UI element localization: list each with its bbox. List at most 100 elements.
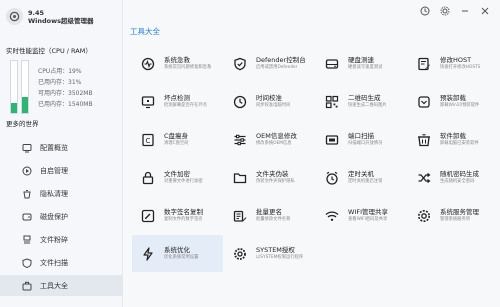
sidebar-item-shred[interactable]: 文件粉碎 [0,229,123,250]
minimize-icon[interactable] [459,5,470,16]
tool-name: 数字签名复制 [164,208,203,216]
tool-desc: 定时关机重启注销 [348,179,383,184]
qrcode-icon [324,94,340,110]
shred-icon [22,235,32,245]
more-world-title: 更多的世界 [6,120,39,128]
close-icon[interactable] [479,5,490,16]
tool-wifi-share[interactable]: WIFI管理共享 查看WIFI密码及共享 [316,197,407,234]
memory-bar-fill [22,96,28,113]
tool-system-authorize[interactable]: SYSTEM授权 以SYSTEM权限运行程序 [224,235,315,272]
tool-name: SYSTEM授权 [256,246,295,254]
tool-name: OEM信息修改 [256,132,297,140]
tool-name: Defender控制台 [256,56,306,64]
tool-preinstall-uninstall[interactable]: 预装卸载 卸载Win10预装软件 [408,83,499,120]
tool-name: WIFI管理共享 [348,208,388,216]
tool-random-password[interactable]: 随机密码生成 生成随机安全密码 [408,159,499,196]
privacy-icon [22,189,32,199]
tool-folder-disguise[interactable]: 文件夹伪装 伪装文件夹保护隐私 [224,159,315,196]
sidebar-item-label: 隐私清理 [40,189,68,198]
tool-desc: 检测屏幕是否存在坏点 [164,103,207,108]
tool-scheduled-shutdown[interactable]: 定时关机 定时关机重启注销 [316,159,407,196]
software-icon [416,132,432,148]
tool-grid: 系统急救 系统常见问题修复和急救 Defender控制台 启用或禁用Defender… [132,45,499,272]
shield-icon [232,56,248,72]
tool-disk-speed[interactable]: 硬盘测速 硬盘读写速度测试 [316,45,407,82]
tool-name: 修改HOST [440,56,472,64]
sidebar-item-startup[interactable]: 自启管理 [0,160,123,181]
tool-desc: 快速打开修改HOSTS [440,65,481,70]
settings-icon[interactable] [439,5,450,16]
tool-desc: 硬盘读写速度测试 [348,65,383,70]
slim-icon: C [140,132,156,148]
tool-name: 随机密码生成 [440,170,479,178]
tool-system-rescue[interactable]: 系统急救 系统常见问题修复和急救 [132,45,223,82]
memory-usage-text: 已用内存：31% [38,79,82,86]
toolbox-icon [22,281,32,291]
startup-icon [22,166,32,176]
tool-desc: 批量修改文件名称 [256,217,291,222]
sidebar-item-overview[interactable]: 配置概览 [0,137,123,158]
tool-desc: 同步校准电脑时间 [256,103,291,108]
tool-name: 硬盘测速 [348,56,374,64]
tool-edit-host[interactable]: 修改HOST 快速打开修改HOSTS [408,45,499,82]
memory-bar [21,60,29,114]
tool-file-encrypt[interactable]: 文件加密 对重要文件进行加密 [132,159,223,196]
tool-name: 系统优化 [164,246,190,254]
tool-software-uninstall[interactable]: 软件卸载 卸载电脑已安装软件 [408,121,499,158]
sidebar-item-scan[interactable]: 文件扫描 [0,252,123,273]
tool-name: 预装卸载 [440,94,466,102]
cpu-bar [10,60,18,114]
main-panel: 工具大全 系统急救 系统常见问题修复和急救 Defender控制台 启用或禁用Def… [123,0,500,307]
system-icon [232,246,248,262]
tool-desc: 卸载Win10预装软件 [440,103,480,108]
tool-desc: 对重要文件进行加密 [164,179,203,184]
tool-name: 文件夹伪装 [256,170,289,178]
tool-dead-pixel[interactable]: 坏点检测 检测屏幕是否存在坏点 [132,83,223,120]
tool-c-slim[interactable]: C C盘瘦身 清理C盘空间 [132,121,223,158]
window-controls [419,5,490,16]
rescue-icon [140,56,156,72]
tool-qrcode[interactable]: 二维码生成 快速生成二维码图片 [316,83,407,120]
overview-icon [22,143,32,153]
sidebar-item-privacy[interactable]: 隐私清理 [0,183,123,204]
section-title: 工具大全 [130,27,160,36]
signature-icon [140,208,156,224]
tool-service-manage[interactable]: 系统服务管理 管理系统服务项 [408,197,499,234]
tool-time-sync[interactable]: 时间校准 同步校准电脑时间 [224,83,315,120]
tool-desc: 优化系统常用设置 [164,255,199,260]
tool-batch-rename[interactable]: 批量更名 批量修改文件名称 [224,197,315,234]
cpu-bar-fill [11,103,17,113]
tool-name: 定时关机 [348,170,374,178]
host-icon [416,56,432,72]
tool-system-optimize[interactable]: 系统优化 优化系统常用设置 [132,235,223,272]
pixel-icon [140,94,156,110]
sidebar-item-disk[interactable]: 磁盘保护 [0,206,123,227]
sidebar-nav: 配置概览 自启管理 隐私清理 磁盘保护 文件粉碎 文件扫描 工具大全 [0,137,123,298]
tool-desc: 系统常见问题修复和急救 [164,65,212,70]
encrypt-icon [140,170,156,186]
app-version: 9.45 [28,8,45,17]
tool-signature-copy[interactable]: 数字签名复制 复制文件的数字签名 [132,197,223,234]
service-icon [416,208,432,224]
sidebar-item-label: 磁盘保护 [40,212,68,221]
optimize-icon [140,246,156,262]
scan-icon [22,257,32,268]
tool-desc: 卸载电脑已安装软件 [440,141,479,146]
oem-icon [232,132,248,148]
cpu-usage-text: CPU占用：19% [38,68,82,75]
tool-oem-edit[interactable]: OEM信息修改 修改系统OEM信息 [224,121,315,158]
tool-desc: 生成随机安全密码 [440,179,475,184]
tool-defender[interactable]: Defender控制台 启用或禁用Defender [224,45,315,82]
tool-port-scan[interactable]: 端口扫描 扫描端口开放情况 [316,121,407,158]
tool-desc: 扫描端口开放情况 [348,141,383,146]
tool-name: 二维码生成 [348,94,381,102]
app-header: 9.45 Windows超级管理器 [6,8,94,25]
sidebar-item-label: 文件粉碎 [40,235,68,244]
sidebar-item-toolbox[interactable]: 工具大全 [0,275,123,296]
shuffle-icon [416,170,432,186]
history-icon[interactable] [419,5,430,16]
tool-name: 批量更名 [256,208,282,216]
clock-icon [232,94,248,110]
disk-icon [22,212,32,222]
uninstall-icon [416,94,432,110]
